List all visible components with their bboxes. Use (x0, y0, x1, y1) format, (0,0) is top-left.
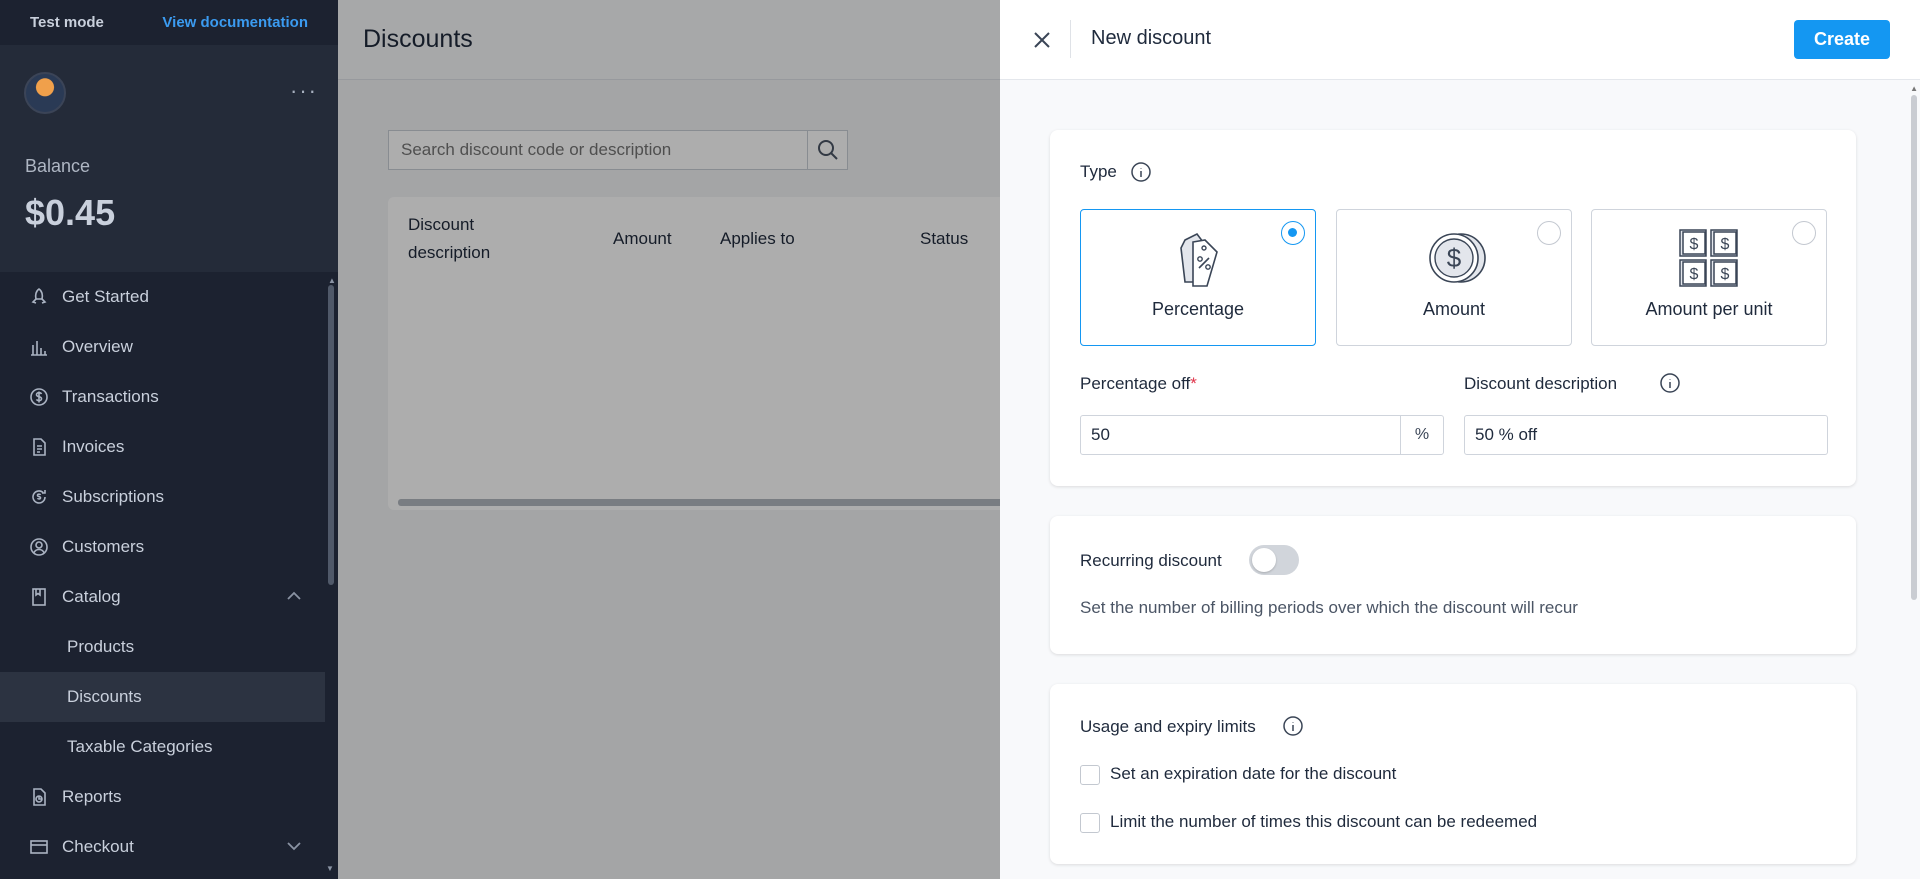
sidebar-item-customers[interactable]: Customers (0, 522, 325, 572)
type-option-label: Percentage (1151, 299, 1245, 319)
type-option-label: Amount per unit (1645, 299, 1773, 319)
checkout-icon (28, 836, 50, 858)
drawer-scrollbar[interactable] (1911, 95, 1917, 600)
expiration-date-checkbox[interactable] (1080, 765, 1100, 785)
type-card: Type Percentage $ Amount $ $ $ $ Amount … (1050, 130, 1856, 486)
recurring-discount-label: Recurring discount (1080, 551, 1222, 570)
multiple-dollar-icon: $ $ $ $ (1679, 229, 1738, 287)
sidebar-item-checkout[interactable]: Checkout (0, 822, 325, 872)
percent-tag-icon (1180, 232, 1218, 287)
sidebar-item-label: Reports (62, 787, 122, 806)
user-circle-icon (28, 536, 50, 558)
sidebar-item-catalog[interactable]: Catalog (0, 572, 325, 622)
svg-text:$: $ (1721, 266, 1730, 283)
sidebar: Test mode View documentation ··· Balance… (0, 0, 338, 879)
new-discount-drawer: New discount Create ▲ Type Percentage $ … (1000, 0, 1920, 879)
sidebar-nav: Get Started Overview Transactions Invoic… (0, 272, 325, 872)
sidebar-item-products[interactable]: Products (0, 622, 325, 672)
sidebar-item-get-started[interactable]: Get Started (0, 272, 325, 322)
discount-description-input[interactable] (1465, 416, 1827, 454)
sidebar-item-label: Taxable Categories (67, 737, 213, 756)
close-icon (1034, 32, 1050, 48)
sidebar-item-label: Checkout (62, 837, 134, 856)
sidebar-item-label: Subscriptions (62, 487, 165, 506)
radio-percentage[interactable] (1281, 221, 1305, 245)
sidebar-item-label: Customers (62, 537, 145, 556)
svg-text:$: $ (1690, 266, 1699, 283)
type-option-amount[interactable]: $ Amount (1336, 209, 1572, 346)
sidebar-item-label: Invoices (62, 437, 125, 456)
percent-suffix: % (1400, 416, 1443, 454)
sidebar-item-label: Overview (62, 337, 133, 356)
sidebar-item-label: Transactions (62, 387, 159, 406)
usage-limits-card: Usage and expiry limits Set an expiratio… (1050, 684, 1856, 864)
info-icon[interactable] (1130, 161, 1152, 183)
catalog-icon (28, 586, 50, 608)
modal-backdrop[interactable] (338, 0, 1001, 879)
percentage-off-text: Percentage off (1080, 374, 1191, 393)
sidebar-item-overview[interactable]: Overview (0, 322, 325, 372)
sidebar-item-label: Discounts (67, 687, 142, 706)
sidebar-item-invoices[interactable]: Invoices (0, 422, 325, 472)
subscription-icon (28, 486, 50, 508)
percentage-off-label: Percentage off* (1080, 374, 1197, 394)
test-mode-bar: Test mode View documentation (0, 0, 338, 45)
info-icon[interactable] (1659, 372, 1681, 394)
drawer-scroll-up-arrow[interactable]: ▲ (1910, 84, 1918, 93)
coin-icon: $ (1429, 233, 1486, 283)
account-logo[interactable] (24, 72, 66, 114)
required-mark: * (1190, 374, 1197, 393)
bar-chart-icon (28, 336, 50, 358)
svg-text:$: $ (1447, 243, 1462, 273)
discount-description-label: Discount description (1464, 374, 1618, 393)
sidebar-item-discounts[interactable]: Discounts (0, 672, 325, 722)
percentage-off-input[interactable] (1081, 416, 1400, 454)
recurring-card: Recurring discount Set the number of bil… (1050, 516, 1856, 654)
rocket-icon (28, 286, 50, 308)
drawer-title: New discount (1091, 27, 1212, 49)
expiration-date-label: Set an expiration date for the discount (1110, 764, 1397, 783)
view-documentation-link[interactable]: View documentation (162, 14, 308, 31)
type-label: Type (1080, 162, 1117, 181)
report-icon (28, 786, 50, 808)
svg-text:$: $ (1721, 236, 1730, 253)
more-options-icon[interactable]: ··· (290, 78, 318, 104)
invoice-icon (28, 436, 50, 458)
info-icon[interactable] (1282, 715, 1304, 737)
sidebar-item-label: Catalog (62, 587, 121, 606)
recurring-description: Set the number of billing periods over w… (1080, 598, 1578, 617)
sidebar-account-panel: Test mode View documentation ··· Balance… (0, 0, 338, 272)
create-button[interactable]: Create (1794, 20, 1890, 59)
type-option-percentage[interactable]: Percentage (1080, 209, 1316, 346)
type-option-label: Amount (1422, 299, 1486, 319)
sidebar-item-taxable-categories[interactable]: Taxable Categories (0, 722, 325, 772)
sidebar-scrollbar[interactable] (328, 285, 334, 585)
balance-value: $0.45 (25, 192, 116, 233)
radio-amount[interactable] (1537, 221, 1561, 245)
chevron-up-icon[interactable] (285, 587, 303, 605)
header-divider (1070, 20, 1071, 58)
svg-text:$: $ (1690, 236, 1699, 253)
sidebar-item-reports[interactable]: Reports (0, 772, 325, 822)
sidebar-item-label: Products (67, 637, 135, 656)
close-button[interactable] (1028, 26, 1056, 54)
sidebar-item-transactions[interactable]: Transactions (0, 372, 325, 422)
balance-label: Balance (25, 156, 91, 176)
dollar-circle-icon (28, 386, 50, 408)
usage-limits-label: Usage and expiry limits (1080, 717, 1256, 736)
sidebar-item-subscriptions[interactable]: Subscriptions (0, 472, 325, 522)
percentage-off-field: % (1080, 415, 1444, 455)
scroll-down-arrow[interactable]: ▼ (326, 864, 334, 873)
radio-amount-per-unit[interactable] (1792, 221, 1816, 245)
drawer-header: New discount Create (1000, 0, 1920, 80)
redemption-limit-label: Limit the number of times this discount … (1110, 812, 1538, 831)
sidebar-item-label: Get Started (62, 287, 149, 306)
scroll-up-arrow[interactable]: ▲ (328, 276, 336, 285)
chevron-down-icon[interactable] (285, 837, 303, 855)
redemption-limit-checkbox[interactable] (1080, 813, 1100, 833)
type-option-amount-per-unit[interactable]: $ $ $ $ Amount per unit (1591, 209, 1827, 346)
discount-description-field (1464, 415, 1828, 455)
recurring-discount-toggle[interactable] (1249, 545, 1299, 575)
test-mode-label: Test mode (30, 14, 104, 31)
